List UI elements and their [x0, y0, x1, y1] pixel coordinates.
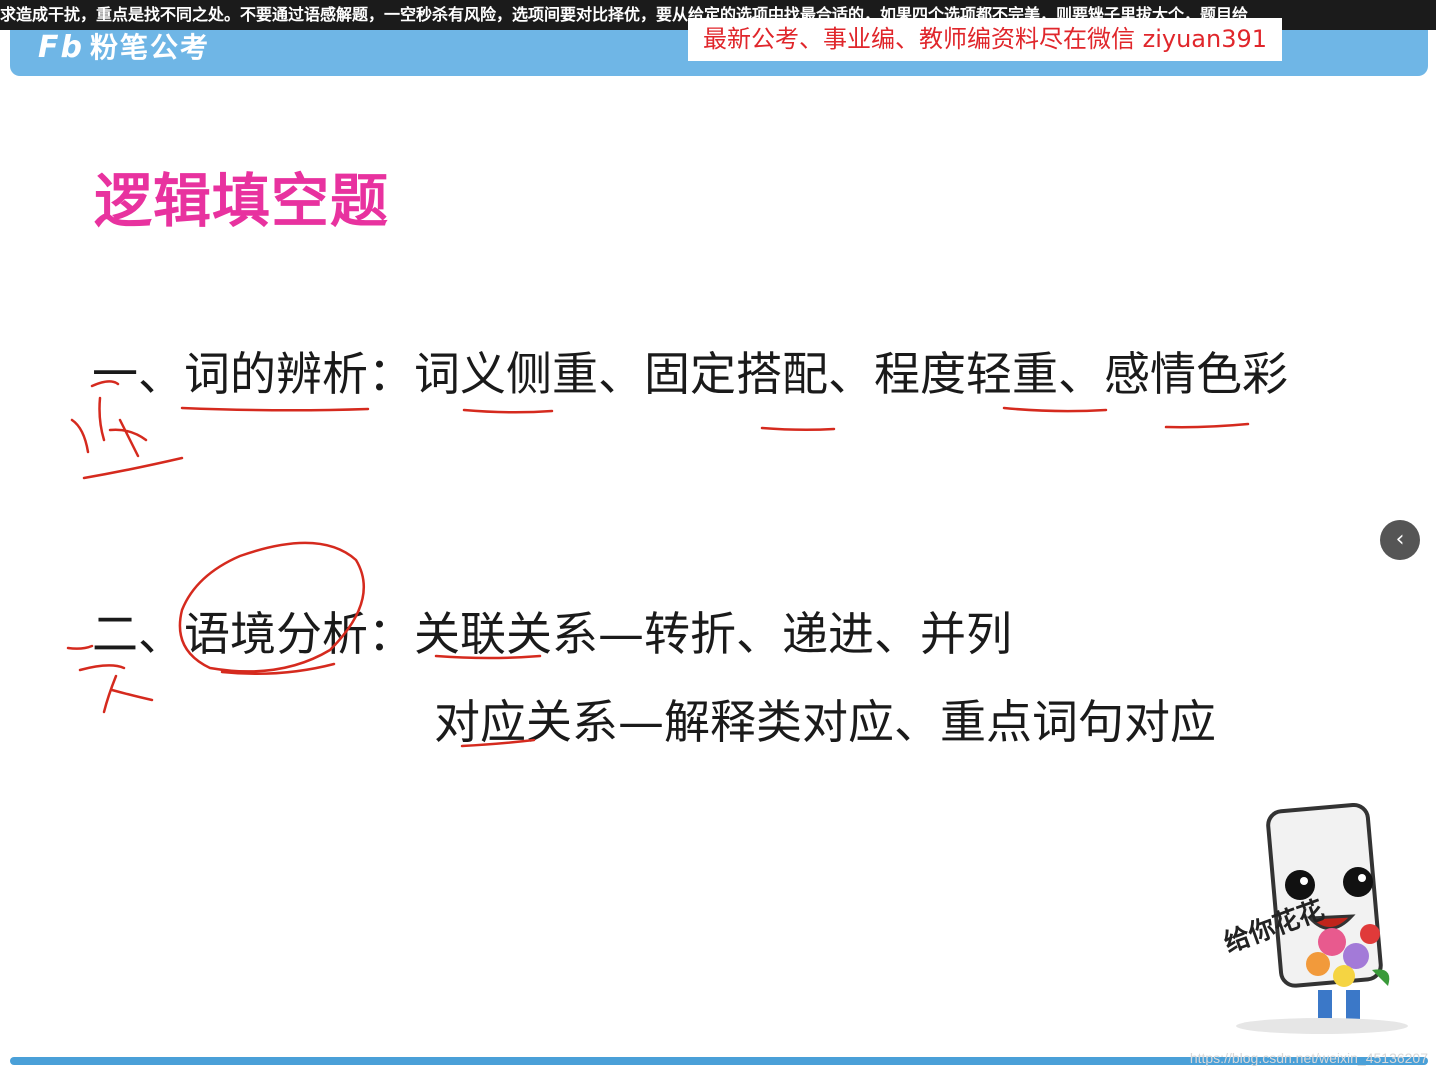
flower-yellow: [1333, 965, 1355, 987]
prev-slide-button[interactable]: ‹: [1380, 520, 1420, 560]
underline-emotion: [1164, 422, 1250, 429]
underline-collocation: [760, 426, 836, 432]
flower-pink: [1318, 928, 1346, 956]
flower-red: [1360, 924, 1380, 944]
mascot-sticker: 给你花花: [1222, 802, 1408, 1034]
mascot-eye-left: [1285, 870, 1315, 900]
underline-degree: [1002, 406, 1108, 413]
underline-word-analysis: [180, 406, 370, 412]
underline-emphasis: [462, 408, 554, 414]
promo-banner: 最新公考、事业编、教师编资料尽在微信 ziyuan391: [688, 18, 1282, 61]
point-context-analysis: 二、语境分析：关联关系—转折、递进、并列: [92, 607, 1012, 661]
logo-mark: Fb: [38, 30, 84, 65]
brand-logo: Fb 粉笔公考: [38, 30, 210, 70]
watermark: https://blog.csdn.net/weixin_45136207: [1189, 1050, 1428, 1066]
flower-orange: [1306, 952, 1330, 976]
mascot-leg-right: [1346, 990, 1360, 1020]
logo-text: 粉笔公考: [89, 31, 210, 64]
mascot-eye-right: [1343, 867, 1373, 897]
mascot-leg-left: [1318, 990, 1332, 1020]
point-word-analysis: 一、词的辨析：词义侧重、固定搭配、程度轻重、感情色彩: [92, 347, 1288, 401]
flower-purple: [1343, 943, 1369, 969]
point-correspondence: 对应关系—解释类对应、重点词句对应: [434, 695, 1216, 749]
slide-title: 逻辑填空题: [94, 167, 390, 235]
underline-context: [220, 662, 336, 676]
